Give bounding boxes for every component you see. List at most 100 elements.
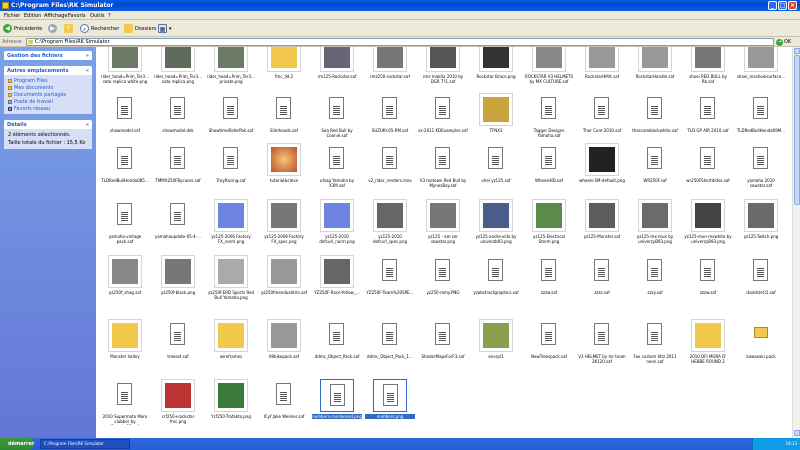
minimize-button[interactable]: _ <box>768 1 777 10</box>
file-item[interactable]: yzabstractgraphics.saf <box>471 255 521 315</box>
file-item[interactable]: rider_head=Prim_Ter3…soto replica white.… <box>100 47 150 99</box>
file-item[interactable]: yamahaupdate-05-4-… <box>153 199 203 259</box>
file-item[interactable]: zzzy.saf <box>630 255 680 315</box>
menu-help[interactable]: ? <box>108 13 111 19</box>
file-item[interactable]: rider_head=Prim_Ter3…private.png <box>206 47 256 99</box>
file-item[interactable]: ddmc_Object_Pack.saf <box>312 319 362 379</box>
search-button[interactable]: ⌕ Rechercher <box>80 23 119 34</box>
file-item[interactable]: rm125-Rockstar.saf <box>312 47 362 99</box>
vertical-scrollbar[interactable] <box>792 47 800 438</box>
file-item[interactable]: WheelsHD.saf <box>524 143 574 203</box>
file-item[interactable]: vhei yz125.saf <box>471 143 521 203</box>
place-program-files[interactable]: Program Files <box>8 77 88 84</box>
file-item[interactable]: Fox custom tiltz 2011 neon.saf <box>630 319 680 379</box>
file-item[interactable]: zzzz.saf <box>577 255 627 315</box>
file-item[interactable]: yz125-mxn-mxwhite by univerzyB93.png <box>683 199 733 259</box>
close-button[interactable]: × <box>788 1 797 10</box>
file-item[interactable]: TLDRedBullHonda085… <box>100 143 150 203</box>
file-item[interactable]: 2010 DFI MORA D' HEBBE ROUND 2 <box>683 319 733 379</box>
panel-header[interactable]: Détails « <box>4 120 92 129</box>
file-item[interactable]: yz125-2006 Factory FX_norm.png <box>206 199 256 259</box>
file-item[interactable]: zzzw.saf <box>524 255 574 315</box>
taskbar-window-button[interactable]: C:\Program Files\RK Simulator <box>40 439 130 449</box>
file-item[interactable]: yz250f-ERD Sports Red Bull Yamaha.png <box>206 255 256 315</box>
file-item[interactable]: yz250f-black.png <box>153 255 203 315</box>
file-item[interactable]: numbers.png <box>365 379 415 438</box>
file-item[interactable]: ShaderMapsForF3.saf <box>418 319 468 379</box>
file-item[interactable]: rider_head=Prim_Ter3…soto replica.png <box>153 47 203 99</box>
menu-affichage[interactable]: Affichage <box>44 13 68 19</box>
file-item[interactable]: yz250f_shag.saf <box>100 255 150 315</box>
place-network[interactable]: Favoris réseau <box>8 105 88 112</box>
file-item[interactable]: yz125 - am ser sowstar.png <box>418 199 468 259</box>
up-button[interactable]: ↑ <box>64 23 73 34</box>
file-item[interactable]: TroyRacing.saf <box>206 143 256 203</box>
file-item[interactable]: yz125-Electrical Storm.png <box>524 199 574 259</box>
file-item[interactable]: yz125-Twitch.png <box>736 199 786 259</box>
scroll-up-icon[interactable] <box>794 48 800 54</box>
file-item[interactable]: yz125-andre-vilIa by univerzb93.png <box>471 199 521 259</box>
menu-favoris[interactable]: Favoris <box>68 13 86 19</box>
menu-outils[interactable]: Outils <box>90 13 104 19</box>
file-item[interactable]: v2_rider_renders.mov <box>365 143 415 203</box>
address-field[interactable]: C:\Program Files\RK Simulator <box>26 38 774 46</box>
file-item[interactable]: RockstarHandle.saf <box>630 47 680 99</box>
file-item[interactable]: NewTreespack.saf <box>524 319 574 379</box>
file-item[interactable]: V3 motown Red Bull by MynesBoy.saf <box>418 143 468 203</box>
file-item[interactable]: tutorial&cleve <box>259 143 309 203</box>
file-item[interactable]: numbers-condensed.png <box>312 379 362 438</box>
file-item[interactable]: WR250F.saf <box>630 143 680 203</box>
file-item[interactable]: shoei_mxshoeisurface… <box>736 47 786 99</box>
file-item[interactable]: yz125-2006 Factory FX_spec.png <box>259 199 309 259</box>
file-item[interactable]: yamaha 2010 sowstar.saf <box>736 143 786 203</box>
place-my-computer[interactable]: Poste de travail <box>8 98 88 105</box>
panel-header[interactable]: Autres emplacements « <box>4 66 92 75</box>
file-item[interactable]: ddmc_Object_Pack_1… <box>365 319 415 379</box>
file-item[interactable]: yz250-romy.PNG <box>418 255 468 315</box>
file-item[interactable]: shoei RED BULL by Rb.saf <box>683 47 733 99</box>
file-item[interactable]: fmc_lld.2 <box>259 47 309 99</box>
file-item[interactable]: yz125-mx-mux by univerzyB93.png <box>630 199 680 259</box>
file-item[interactable]: wireframes <box>206 319 256 379</box>
file-item[interactable]: yz250fmendusbtrie.saf <box>259 255 309 315</box>
file-item[interactable]: yz125-2010 defcurl_norm.png <box>312 199 362 259</box>
panel-header[interactable]: Gestion des fichiers » <box>4 51 92 60</box>
menu-edition[interactable]: Edition <box>24 13 41 19</box>
file-item[interactable]: rmz250-rockstar.saf <box>365 47 415 99</box>
scroll-down-icon[interactable] <box>794 430 800 436</box>
file-item[interactable]: V3 HELMET by mr team 2K120.saf <box>577 319 627 379</box>
forward-button[interactable]: ▶ <box>48 23 57 34</box>
place-shared-documents[interactable]: Documents partagés <box>8 91 88 98</box>
file-item[interactable]: Ycf250-Trafakto.png <box>206 379 256 438</box>
folders-button[interactable]: Dossiers <box>124 23 156 34</box>
file-item[interactable]: yz125-2010 defcurl_spec.png <box>365 199 415 259</box>
title-bar[interactable]: C:\Program Files\RK Simulator _ □ × <box>0 0 800 11</box>
views-button[interactable]: ▦ ▾ <box>158 23 172 34</box>
file-item[interactable]: yamaha-vintage pack.saf <box>100 199 150 259</box>
file-item[interactable]: Monster Valley <box>100 319 150 379</box>
file-item[interactable]: zzzw.saf <box>683 255 733 315</box>
file-item[interactable]: Rockstar Brace.png <box>471 47 521 99</box>
menu-fichier[interactable]: Fichier <box>4 13 20 19</box>
file-item[interactable]: 09bikepack.saf <box>259 319 309 379</box>
file-item[interactable]: ICyf Jake Weimer.saf <box>259 379 309 438</box>
file-item[interactable]: wr250FShortdidos.saf <box>683 143 733 203</box>
file-item[interactable]: YZ250F-Race-Yellow_… <box>312 255 362 315</box>
go-button[interactable]: → OK <box>776 38 798 46</box>
file-item[interactable]: kawasaki pack <box>736 319 786 379</box>
file-item[interactable]: ROCKSTAR V3 HELMETS by MX CULTURE.saf <box>524 47 574 99</box>
file-item[interactable]: rmz makita 2010 by DGR 7?1.saf <box>418 47 468 99</box>
file-item[interactable]: yz125-Monster.saf <box>577 199 627 259</box>
file-item[interactable]: envrpl1 <box>471 319 521 379</box>
maximize-button[interactable]: □ <box>778 1 787 10</box>
file-item[interactable]: RockstarHMrt.saf <box>577 47 627 99</box>
back-button[interactable]: ◀ Précédente <box>3 23 42 34</box>
file-item[interactable]: rbolds(et)1.saf <box>736 255 786 315</box>
start-button[interactable]: démarrer <box>0 438 34 450</box>
file-item[interactable]: crf250+rockstar fmc.png <box>153 379 203 438</box>
place-my-documents[interactable]: Mes documents <box>8 84 88 91</box>
scroll-thumb[interactable] <box>794 55 800 205</box>
file-item[interactable]: ufsag Yamaha by X3M.saf <box>312 143 362 203</box>
file-item[interactable]: 2010 Supermoto Moro clubber by Pepette23… <box>100 379 150 438</box>
file-item[interactable]: treeset.saf <box>153 319 203 379</box>
